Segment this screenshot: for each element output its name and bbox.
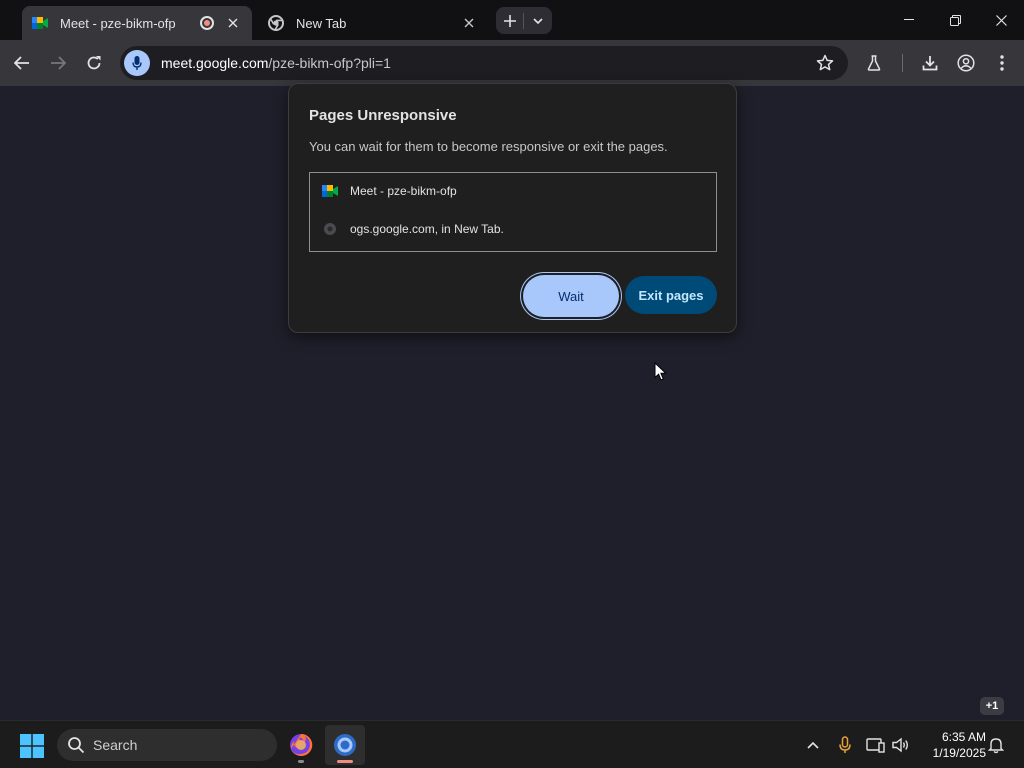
download-icon[interactable] bbox=[914, 47, 946, 79]
clock-date: 1/19/2025 bbox=[932, 746, 986, 760]
show-hidden-icons-chevron-icon[interactable] bbox=[803, 735, 823, 755]
wait-button[interactable]: Wait bbox=[523, 275, 619, 317]
tab-title: Meet - pze-bikm-ofp bbox=[60, 15, 176, 31]
dialog-description: You can wait for them to become responsi… bbox=[309, 139, 668, 154]
network-icon[interactable] bbox=[866, 735, 886, 755]
firefox-icon bbox=[290, 733, 313, 756]
forward-button[interactable] bbox=[42, 47, 74, 79]
notification-count-badge[interactable]: +1 bbox=[980, 697, 1004, 715]
url-path: /pze-bikm-ofp?pli=1 bbox=[268, 55, 391, 71]
list-item: Meet - pze-bikm-ofp bbox=[322, 183, 457, 199]
toolbar-divider bbox=[902, 54, 903, 72]
exit-pages-button[interactable]: Exit pages bbox=[625, 276, 717, 314]
search-icon bbox=[68, 737, 85, 754]
tab-new-tab[interactable]: New Tab bbox=[258, 6, 488, 40]
profile-avatar-icon[interactable] bbox=[950, 47, 982, 79]
bookmark-star-icon[interactable] bbox=[816, 54, 834, 72]
chrome-icon bbox=[334, 734, 356, 756]
globe-icon bbox=[322, 221, 338, 237]
reload-button[interactable] bbox=[78, 47, 110, 79]
close-tab-icon[interactable] bbox=[224, 14, 242, 32]
notification-bell-icon[interactable] bbox=[986, 735, 1006, 755]
tab-title: New Tab bbox=[296, 15, 347, 31]
chrome-icon bbox=[268, 15, 284, 31]
google-meet-icon bbox=[322, 183, 338, 199]
labs-flask-icon[interactable] bbox=[858, 47, 890, 79]
google-meet-icon bbox=[32, 15, 48, 31]
microphone-icon[interactable] bbox=[835, 735, 855, 755]
clock-time: 6:35 AM bbox=[941, 730, 986, 744]
screen: Meet - pze-bikm-ofp New Tab meet.google.… bbox=[0, 0, 1024, 768]
menu-kebab-icon[interactable] bbox=[986, 47, 1018, 79]
unresponsive-page-list: Meet - pze-bikm-ofp ogs.google.com, in N… bbox=[309, 172, 717, 252]
back-button[interactable] bbox=[6, 47, 38, 79]
page-label: Meet - pze-bikm-ofp bbox=[350, 184, 457, 198]
search-label: Search bbox=[93, 737, 138, 753]
system-clock[interactable]: 6:35 AM 1/19/2025 bbox=[920, 729, 986, 761]
chrome-taskbar-button[interactable] bbox=[325, 725, 365, 765]
address-bar[interactable]: meet.google.com/pze-bikm-ofp?pli=1 bbox=[120, 46, 848, 80]
tab-search-button[interactable] bbox=[524, 7, 551, 34]
running-indicator bbox=[298, 760, 304, 763]
minimize-button[interactable] bbox=[886, 0, 932, 40]
windows-start-icon[interactable] bbox=[20, 734, 44, 758]
taskbar: Search 6:35 AM 1/19/2025 bbox=[0, 720, 1024, 768]
restore-button[interactable] bbox=[932, 0, 978, 40]
browser-toolbar: meet.google.com/pze-bikm-ofp?pli=1 bbox=[0, 40, 1024, 86]
taskbar-search-box[interactable]: Search bbox=[57, 729, 277, 761]
tab-strip: Meet - pze-bikm-ofp New Tab bbox=[0, 0, 1024, 40]
url-host: meet.google.com bbox=[161, 55, 269, 71]
recording-icon bbox=[200, 16, 214, 30]
tab-meet[interactable]: Meet - pze-bikm-ofp bbox=[22, 6, 252, 40]
list-item: ogs.google.com, in New Tab. bbox=[322, 221, 504, 237]
new-tab-group bbox=[496, 7, 552, 34]
microphone-in-use-icon[interactable] bbox=[124, 50, 150, 76]
firefox-taskbar-button[interactable] bbox=[281, 725, 321, 765]
dialog-title: Pages Unresponsive bbox=[309, 107, 457, 124]
active-indicator bbox=[337, 760, 353, 763]
mouse-cursor-icon bbox=[654, 362, 668, 381]
url-text: meet.google.com/pze-bikm-ofp?pli=1 bbox=[161, 55, 391, 71]
close-window-button[interactable] bbox=[978, 0, 1024, 40]
new-tab-button[interactable] bbox=[496, 7, 523, 34]
volume-icon[interactable] bbox=[891, 735, 911, 755]
close-tab-icon[interactable] bbox=[460, 14, 478, 32]
page-label: ogs.google.com, in New Tab. bbox=[350, 222, 504, 236]
pages-unresponsive-dialog: Pages Unresponsive You can wait for them… bbox=[288, 83, 737, 333]
